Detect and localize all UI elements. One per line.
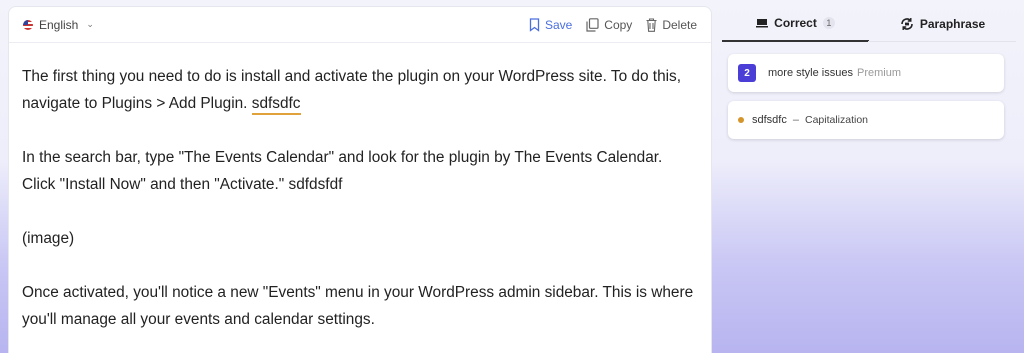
paraphrase-icon [901, 18, 913, 30]
tabs-divider [868, 41, 1016, 42]
correct-icon [756, 19, 769, 28]
copy-icon [586, 17, 599, 32]
premium-tag: Premium [856, 67, 901, 79]
premium-issues-card[interactable]: 2 more style issues Premium [728, 54, 1004, 92]
premium-count-badge: 2 [738, 64, 756, 82]
spelling-error-highlight[interactable]: sdfsdfc [251, 95, 301, 115]
delete-label: Delete [662, 17, 697, 32]
tab-correct[interactable]: Correct 1 [722, 6, 869, 42]
correct-count-badge: 1 [822, 17, 835, 29]
copy-button[interactable]: Copy [586, 18, 632, 32]
suggestions-panel: Correct 1 Paraphrase 2 more style issues… [722, 6, 1016, 353]
premium-issues-text: more style issues [768, 67, 853, 79]
issue-category: Capitalization [804, 114, 869, 126]
issue-dot-icon [738, 117, 744, 123]
save-button[interactable]: Save [529, 18, 572, 32]
issue-word: sdfsdfc [752, 114, 787, 126]
paragraph-1-text: The first thing you need to do is instal… [22, 68, 682, 112]
copy-label: Copy [604, 17, 633, 32]
language-selector[interactable]: English ⌄ [23, 18, 94, 32]
suggestion-tabs: Correct 1 Paraphrase [722, 6, 1016, 42]
editor-text-area[interactable]: The first thing you need to do is instal… [9, 43, 711, 333]
editor-tools: Save Copy Delete [529, 18, 697, 32]
paragraph-2: In the search bar, type "The Events Cale… [22, 149, 663, 193]
tab-paraphrase[interactable]: Paraphrase [869, 6, 1016, 42]
trash-icon [646, 17, 657, 32]
editor-toolbar: English ⌄ Save Copy Delete [9, 7, 711, 43]
editor-panel: English ⌄ Save Copy Delete The first thi… [8, 6, 712, 353]
paragraph-4: Once activated, you'll notice a new "Eve… [22, 284, 694, 328]
tab-paraphrase-label: Paraphrase [919, 17, 986, 31]
save-label: Save [544, 17, 573, 32]
paragraph-1: The first thing you need to do is instal… [22, 63, 698, 117]
delete-button[interactable]: Delete [646, 18, 697, 32]
bookmark-icon [529, 17, 540, 32]
chevron-down-icon: ⌄ [86, 19, 94, 29]
tab-correct-label: Correct [774, 16, 817, 30]
us-flag-icon [23, 19, 33, 30]
language-label: English [39, 17, 79, 32]
issue-card[interactable]: sdfsdfc – Capitalization [728, 101, 1004, 139]
issue-separator: – [792, 114, 799, 126]
paragraph-3: (image) [22, 230, 75, 247]
